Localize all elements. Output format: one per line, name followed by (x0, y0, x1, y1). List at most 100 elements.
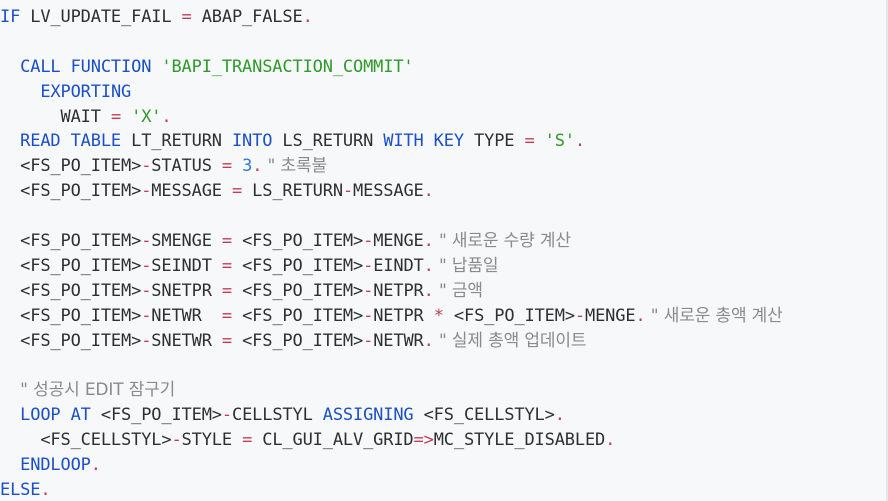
identifier-token: MESSAGE (151, 181, 232, 202)
code-editor[interactable]: IF LV_UPDATE_FAIL = ABAP_FALSE. CALL FUN… (0, 0, 888, 501)
comment-token: " 새로운 총액 계산 (645, 305, 783, 326)
operator-token: . (574, 131, 585, 152)
code-area[interactable]: IF LV_UPDATE_FAIL = ABAP_FALSE. CALL FUN… (0, 5, 888, 501)
operator-token: - (574, 305, 586, 326)
code-line[interactable]: <FS_PO_ITEM>-SEINDT = <FS_PO_ITEM>-EINDT… (0, 254, 888, 279)
code-line[interactable]: <FS_PO_ITEM>-STATUS = 3. " 초록불 (0, 154, 888, 179)
identifier-token (0, 57, 20, 77)
operator-token: . (554, 405, 565, 426)
operator-token: - (363, 305, 374, 326)
identifier-token: <FS_PO_ITEM> (232, 280, 364, 301)
comment-token: " 초록불 (262, 156, 328, 177)
operator-token: - (141, 330, 152, 351)
identifier-token: WAIT (0, 106, 111, 127)
identifier-token (0, 131, 20, 151)
code-line[interactable]: <FS_PO_ITEM>-SNETWR = <FS_PO_ITEM>-NETWR… (0, 329, 888, 354)
code-line[interactable]: IF LV_UPDATE_FAIL = ABAP_FALSE. (0, 5, 888, 30)
identifier-token (0, 405, 20, 425)
comment-token: " 납품일 (433, 255, 499, 276)
operator-token: => (413, 430, 434, 451)
operator-token: = (242, 430, 253, 451)
identifier-token: EINDT (373, 255, 424, 276)
code-line[interactable]: EXPORTING (0, 80, 888, 105)
operator-token: . (302, 7, 313, 27)
code-line[interactable] (0, 204, 888, 229)
operator-token: = (231, 181, 243, 202)
identifier-token: NETWR (151, 305, 222, 326)
operator-token: . (635, 305, 646, 326)
identifier-token: <FS_PO_ITEM> (232, 305, 364, 326)
operator-token: . (252, 156, 263, 177)
string-token: 'BAPI_TRANSACTION_COMMIT' (161, 56, 414, 77)
code-line[interactable]: <FS_CELLSTYL>-STYLE = CL_GUI_ALV_GRID=>M… (0, 428, 888, 453)
code-line[interactable]: <FS_PO_ITEM>-SNETPR = <FS_PO_ITEM>-NETPR… (0, 279, 888, 304)
operator-token: = (221, 231, 232, 252)
identifier-token: <FS_PO_ITEM> (0, 156, 142, 177)
code-line[interactable] (0, 30, 888, 55)
keyword-token: WITH KEY (383, 131, 464, 152)
identifier-token (535, 131, 545, 151)
operator-token: . (423, 231, 434, 252)
identifier-token: LS_RETURN (242, 181, 343, 202)
operator-token: = (221, 255, 232, 276)
operator-token: - (342, 181, 354, 202)
code-line[interactable]: ENDLOOP. (0, 453, 888, 478)
identifier-token: NETPR (373, 305, 434, 326)
identifier-token: <FS_CELLSTYL> (413, 405, 555, 426)
operator-token: . (90, 455, 101, 476)
operator-token: . (40, 479, 51, 500)
operator-token: = (181, 7, 192, 27)
operator-token: - (363, 330, 374, 351)
identifier-token: MESSAGE (353, 181, 424, 202)
code-line[interactable]: " 성공시 EDIT 잠구기 (0, 378, 888, 403)
operator-token: - (141, 255, 152, 276)
operator-token: * (433, 305, 444, 326)
identifier-token: SMENGE (151, 231, 222, 252)
operator-token: . (423, 280, 434, 301)
operator-token: - (363, 255, 374, 276)
identifier-token: <FS_PO_ITEM> (0, 280, 142, 301)
identifier-token: <FS_PO_ITEM> (443, 305, 575, 326)
identifier-token: SNETPR (151, 280, 222, 301)
identifier-token: NETWR (373, 330, 424, 351)
identifier-token: MC_STYLE_DISABLED (433, 430, 606, 451)
identifier-token (0, 380, 20, 400)
code-line[interactable]: READ TABLE LT_RETURN INTO LS_RETURN WITH… (0, 129, 888, 154)
code-line[interactable]: <FS_PO_ITEM>-NETWR = <FS_PO_ITEM>-NETPR … (0, 304, 888, 329)
identifier-token (121, 107, 131, 127)
identifier-token: <FS_PO_ITEM> (90, 405, 222, 426)
code-line[interactable]: CALL FUNCTION 'BAPI_TRANSACTION_COMMIT' (0, 55, 888, 80)
keyword-token: LOOP AT (20, 405, 91, 426)
operator-token: = (221, 330, 232, 351)
identifier-token: <FS_PO_ITEM> (232, 330, 364, 351)
code-line[interactable]: ELSE. (0, 478, 888, 501)
identifier-token: SNETWR (151, 330, 222, 351)
operator-token: - (141, 280, 152, 301)
identifier-token: ABAP_FALSE (191, 7, 303, 27)
operator-token: = (221, 305, 232, 326)
keyword-token: ELSE (0, 479, 41, 500)
code-line[interactable]: LOOP AT <FS_PO_ITEM>-CELLSTYL ASSIGNING … (0, 403, 888, 428)
identifier-token: <FS_PO_ITEM> (0, 330, 142, 351)
code-line[interactable]: <FS_PO_ITEM>-SMENGE = <FS_PO_ITEM>-MENGE… (0, 229, 888, 254)
code-line[interactable]: <FS_PO_ITEM>-MESSAGE = LS_RETURN-MESSAGE… (0, 179, 888, 204)
operator-token: . (161, 106, 172, 127)
operator-token: - (363, 231, 374, 252)
identifier-token: SEINDT (151, 255, 222, 276)
identifier-token: <FS_PO_ITEM> (0, 305, 142, 326)
operator-token: . (423, 330, 434, 351)
keyword-token: IF (0, 7, 21, 27)
string-token: 'S' (544, 131, 575, 152)
keyword-token: ASSIGNING (322, 405, 414, 426)
identifier-token: NETPR (373, 280, 424, 301)
comment-token: " 새로운 수량 계산 (433, 231, 571, 252)
comment-token: " 성공시 EDIT 잠구기 (20, 380, 176, 401)
code-line[interactable]: WAIT = 'X'. (0, 105, 888, 130)
code-line[interactable] (0, 353, 888, 378)
identifier-token: <FS_PO_ITEM> (0, 255, 142, 276)
keyword-token: CALL FUNCTION (20, 56, 152, 77)
identifier-token: MENGE (585, 305, 636, 326)
operator-token: . (423, 181, 434, 202)
identifier-token: LT_RETURN (121, 131, 232, 152)
identifier-token: CELLSTYL (231, 405, 323, 426)
